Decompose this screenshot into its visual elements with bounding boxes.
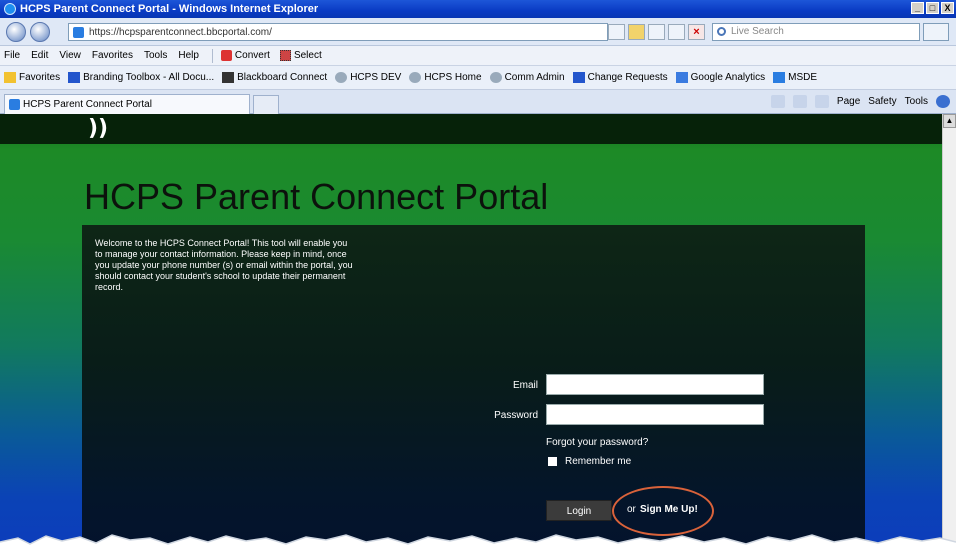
search-placeholder: Live Search xyxy=(731,26,784,37)
ie-page-icon xyxy=(9,99,20,110)
page-menu[interactable]: Page xyxy=(837,96,860,107)
fav-link-label: Branding Toolbox - All Docu... xyxy=(83,72,215,83)
ie-logo-icon xyxy=(4,3,16,15)
fav-link-msde[interactable]: MSDE xyxy=(773,72,817,83)
print-icon[interactable] xyxy=(814,95,829,108)
address-url: https://hcpsparentconnect.bbcportal.com/ xyxy=(89,26,272,38)
menu-view[interactable]: View xyxy=(59,50,81,61)
google-icon xyxy=(675,72,688,83)
password-field[interactable] xyxy=(546,404,764,425)
window-controls: _ □ X xyxy=(911,2,954,14)
page-icon xyxy=(489,72,502,83)
select-button[interactable]: Select xyxy=(279,50,322,61)
maximize-button[interactable]: □ xyxy=(926,2,939,14)
stop-icon[interactable]: × xyxy=(688,24,705,40)
h-icon xyxy=(68,72,81,83)
window-titlebar: HCPS Parent Connect Portal - Windows Int… xyxy=(0,0,956,18)
fav-link-label: HCPS Home xyxy=(424,72,482,83)
help-icon[interactable] xyxy=(936,95,950,108)
select-label: Select xyxy=(293,50,322,61)
fav-link-change-requests[interactable]: Change Requests xyxy=(572,72,668,83)
close-window-button[interactable]: X xyxy=(941,2,954,14)
menu-bar: File Edit View Favorites Tools Help Conv… xyxy=(0,46,956,66)
scroll-up-arrow-icon[interactable]: ▲ xyxy=(943,114,956,128)
fav-link-label: Comm Admin xyxy=(504,72,565,83)
page-icon xyxy=(409,72,422,83)
welcome-text: Welcome to the HCPS Connect Portal! This… xyxy=(95,238,353,292)
command-bar: Page Safety Tools xyxy=(770,95,950,108)
menu-file[interactable]: File xyxy=(4,50,20,61)
page-title: HCPS Parent Connect Portal xyxy=(84,176,549,217)
forward-button[interactable] xyxy=(30,22,50,42)
select-icon xyxy=(279,50,291,61)
fav-link-hcps-home[interactable]: HCPS Home xyxy=(409,72,482,83)
password-label: Password xyxy=(494,410,538,421)
fav-link-label: Blackboard Connect xyxy=(237,72,328,83)
home-icon[interactable] xyxy=(770,95,785,108)
window-title: HCPS Parent Connect Portal - Windows Int… xyxy=(20,3,319,15)
torn-edge-decoration xyxy=(0,534,956,560)
h-icon xyxy=(572,72,585,83)
remember-me[interactable]: Remember me xyxy=(548,456,631,467)
tools-menu[interactable]: Tools xyxy=(905,96,928,107)
site-logo[interactable]: )) xyxy=(88,118,108,140)
forgot-password-link[interactable]: Forgot your password? xyxy=(546,437,648,448)
fav-link-google-analytics[interactable]: Google Analytics xyxy=(675,72,766,83)
compat-icon[interactable] xyxy=(668,24,685,40)
fav-link-branding[interactable]: Branding Toolbox - All Docu... xyxy=(68,72,214,83)
fav-link-label: HCPS DEV xyxy=(350,72,402,83)
fav-link-hcps-dev[interactable]: HCPS DEV xyxy=(335,72,401,83)
lock-icon[interactable] xyxy=(628,24,645,40)
ie-page-icon xyxy=(773,72,786,83)
fav-link-comm-admin[interactable]: Comm Admin xyxy=(489,72,565,83)
dropdown-icon[interactable] xyxy=(608,24,625,40)
address-actions: × xyxy=(608,24,705,40)
fav-link-blackboard[interactable]: Blackboard Connect xyxy=(222,72,327,83)
feeds-icon[interactable] xyxy=(792,95,807,108)
page-icon xyxy=(335,72,348,83)
tab-label: HCPS Parent Connect Portal xyxy=(23,99,152,110)
minimize-button[interactable]: _ xyxy=(911,2,924,14)
search-icon xyxy=(717,27,726,36)
convert-button[interactable]: Convert xyxy=(220,50,270,61)
menu-edit[interactable]: Edit xyxy=(31,50,48,61)
convert-label: Convert xyxy=(234,50,270,61)
menu-separator xyxy=(211,48,213,63)
back-button[interactable] xyxy=(6,22,26,42)
page-viewport: )) HCPS Parent Connect Portal Welcome to… xyxy=(0,114,942,560)
email-field[interactable] xyxy=(546,374,764,395)
page-icon xyxy=(73,27,84,38)
site-header: )) xyxy=(0,114,942,144)
safety-menu[interactable]: Safety xyxy=(868,96,896,107)
refresh-icon[interactable] xyxy=(648,24,665,40)
login-button[interactable]: Login xyxy=(546,500,612,521)
address-toolbar: https://hcpsparentconnect.bbcportal.com/… xyxy=(0,18,956,46)
email-label: Email xyxy=(512,380,538,391)
search-input[interactable]: Live Search xyxy=(712,23,920,41)
vertical-scrollbar[interactable]: ▲ xyxy=(942,114,956,560)
tab-bar: HCPS Parent Connect Portal Page Safety T… xyxy=(0,90,956,114)
remember-checkbox[interactable] xyxy=(548,457,557,466)
fav-link-label: Google Analytics xyxy=(690,72,766,83)
search-go-button[interactable] xyxy=(923,23,949,41)
new-tab-button[interactable] xyxy=(253,95,279,114)
pdf-icon xyxy=(220,50,232,61)
favorites-button[interactable]: Favorites xyxy=(4,72,60,83)
remember-label: Remember me xyxy=(565,456,632,467)
address-input[interactable]: https://hcpsparentconnect.bbcportal.com/ xyxy=(68,23,608,41)
fav-link-label: MSDE xyxy=(788,72,818,83)
menu-favorites[interactable]: Favorites xyxy=(92,50,133,61)
favorites-bar: Favorites Branding Toolbox - All Docu...… xyxy=(0,66,956,90)
favorites-label: Favorites xyxy=(19,72,61,83)
star-icon xyxy=(4,72,16,83)
fav-link-label: Change Requests xyxy=(587,72,668,83)
menu-tools[interactable]: Tools xyxy=(144,50,167,61)
bb-icon xyxy=(222,72,235,83)
tab-hcps-portal[interactable]: HCPS Parent Connect Portal xyxy=(4,94,250,114)
menu-help[interactable]: Help xyxy=(178,50,199,61)
